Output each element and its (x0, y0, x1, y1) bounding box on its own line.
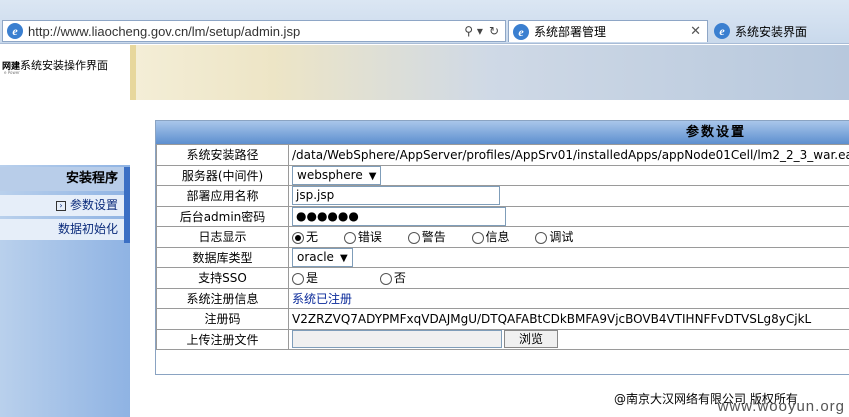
radio-button[interactable] (343, 231, 356, 244)
log-option-debug[interactable]: 调试 (535, 228, 573, 245)
admin-password-label: 后台admin密码 (156, 205, 289, 227)
radio-button[interactable] (379, 272, 392, 285)
form-row: 部署应用名称 jsp.jsp (156, 185, 849, 207)
app-logo: 网建系统安装操作界面 e Power (2, 57, 109, 75)
form-row: 上传注册文件 浏览 (156, 328, 849, 350)
sso-option-no[interactable]: 否 (379, 269, 406, 286)
server-select-value: websphere (297, 167, 363, 182)
radio-button[interactable] (471, 231, 484, 244)
form-row: 系统安装路径 /data/WebSphere/AppServer/profile… (156, 144, 849, 166)
log-label: 日志显示 (156, 226, 289, 248)
log-option-info[interactable]: 信息 (471, 228, 510, 245)
sidebar-item-label: 参数设置 (69, 198, 118, 212)
settings-panel: 参数设置 系统安装路径 /data/WebSphere/AppServer/pr… (155, 120, 849, 375)
file-path-input[interactable] (292, 330, 502, 349)
address-url[interactable]: http://www.liaocheng.gov.cn/lm/setup/adm… (28, 24, 464, 39)
chevron-down-icon: ▼ (339, 252, 348, 264)
upload-label: 上传注册文件 (156, 328, 289, 350)
radio-button[interactable] (292, 231, 304, 244)
sso-label: 支持SSO (156, 267, 289, 289)
db-type-select-value: oracle (297, 249, 334, 264)
admin-password-input[interactable]: ●●●●●● (292, 206, 506, 226)
install-path-value: /data/WebSphere/AppServer/profiles/AppSr… (288, 144, 849, 166)
logo-subtext: e Power (4, 70, 20, 75)
form-row: 日志显示 无 错误 警告 信息 调试 (156, 226, 849, 248)
ie-tab-icon: e (513, 23, 529, 40)
radio-button[interactable] (407, 231, 420, 244)
chevron-down-icon: ▼ (368, 170, 377, 182)
sidebar-heading: 安装程序 (0, 167, 124, 191)
form-row: 支持SSO 是 否 (156, 267, 849, 289)
browse-button[interactable]: 浏览 (504, 330, 559, 349)
radio-button[interactable] (292, 272, 304, 285)
header-banner (130, 45, 849, 100)
db-type-select[interactable]: oracle ▼ (292, 247, 353, 267)
tab-system-deploy[interactable]: e 系统部署管理 ✕ (508, 20, 708, 42)
browser-toolbar: e http://www.liaocheng.gov.cn/lm/setup/a… (0, 0, 849, 44)
settings-form: 系统安装路径 /data/WebSphere/AppServer/profile… (156, 144, 849, 350)
log-option-error[interactable]: 错误 (343, 228, 382, 245)
tab-label: 系统部署管理 (534, 25, 607, 39)
sidebar-edge (124, 167, 130, 243)
form-row: 后台admin密码 ●●●●●● (156, 205, 849, 227)
form-row: 注册码 V2ZRZVQ7ADYPMFxqVDAJMgU/DTQAFABtCDkB… (156, 308, 849, 330)
tab-system-install[interactable]: e 系统安装界面 (710, 20, 849, 42)
close-icon[interactable]: ✕ (690, 24, 701, 39)
reg-info-label: 系统注册信息 (156, 287, 289, 309)
reg-code-label: 注册码 (156, 308, 289, 330)
reg-info-value: 系统已注册 (292, 291, 353, 306)
panel-title: 参数设置 (156, 121, 849, 144)
form-row: 服务器(中间件) websphere ▼ (156, 164, 849, 186)
sidebar-item-params[interactable]: › 参数设置 (0, 195, 124, 216)
watermark: www.wooyun.org (717, 398, 845, 415)
radio-button[interactable] (535, 231, 548, 244)
server-label: 服务器(中间件) (156, 164, 289, 186)
app-name-input[interactable]: jsp.jsp (292, 186, 500, 206)
refresh-icon[interactable]: ↻ (489, 24, 499, 38)
tab-label: 系统安装界面 (735, 24, 808, 39)
ie-page-icon: e (7, 23, 23, 39)
sso-option-yes[interactable]: 是 (292, 269, 318, 286)
arrow-right-icon: › (55, 200, 66, 211)
form-row: 数据库类型 oracle ▼ (156, 246, 849, 268)
install-path-label: 系统安装路径 (156, 144, 289, 166)
ie-tab-icon: e (714, 23, 730, 39)
app-title: 系统安装操作界面 (20, 59, 109, 72)
server-select[interactable]: websphere ▼ (292, 165, 382, 185)
db-type-label: 数据库类型 (156, 246, 289, 268)
sidebar-item-data-init[interactable]: 数据初始化 (0, 219, 124, 240)
log-option-warning[interactable]: 警告 (407, 228, 446, 245)
log-option-none[interactable]: 无 (292, 228, 318, 245)
banner-stripe (130, 45, 136, 100)
sidebar-item-label: 数据初始化 (57, 222, 118, 236)
reg-code-value: V2ZRZVQ7ADYPMFxqVDAJMgU/DTQAFABtCDkBMFA9… (288, 308, 849, 330)
app-name-label: 部署应用名称 (156, 185, 289, 207)
form-row: 系统注册信息 系统已注册 (156, 287, 849, 309)
address-bar[interactable]: e http://www.liaocheng.gov.cn/lm/setup/a… (2, 20, 506, 42)
search-icon[interactable]: ⚲ ▾ (464, 24, 483, 38)
